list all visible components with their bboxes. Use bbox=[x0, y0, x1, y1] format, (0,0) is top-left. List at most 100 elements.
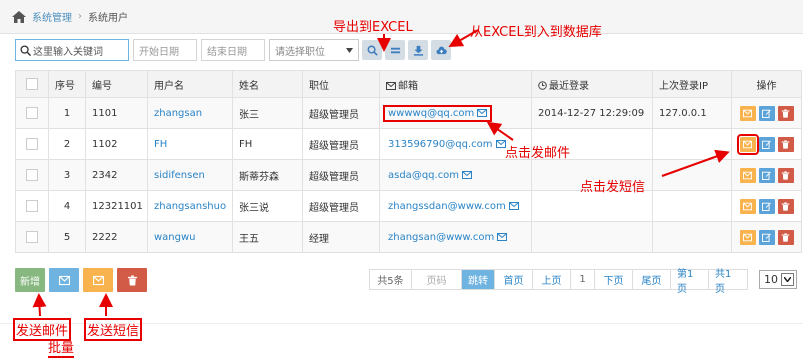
envelope-icon bbox=[743, 109, 752, 118]
breadcrumb-parent[interactable]: 系统管理 bbox=[32, 9, 72, 24]
cell-role: 超级管理员 bbox=[302, 97, 380, 129]
email-link[interactable]: zhangsan@www.com bbox=[386, 232, 509, 243]
cell-username[interactable]: wangwu bbox=[147, 221, 233, 253]
add-button[interactable]: 新增 bbox=[15, 268, 45, 292]
page-size-select[interactable]: 10 bbox=[759, 270, 797, 289]
row-checkbox[interactable] bbox=[26, 200, 38, 212]
equals-icon bbox=[390, 47, 400, 53]
edit-button[interactable] bbox=[758, 198, 775, 214]
page-number-input[interactable]: 页码 bbox=[412, 270, 462, 289]
cell-no: 1102 bbox=[85, 128, 148, 160]
send-sms-button[interactable] bbox=[739, 229, 756, 245]
batch-send-mail-button[interactable] bbox=[49, 268, 79, 292]
pager-total: 共5条 bbox=[370, 270, 412, 289]
prev-page-link[interactable]: 上页 bbox=[533, 270, 571, 289]
first-page-link[interactable]: 首页 bbox=[495, 270, 533, 289]
envelope-icon bbox=[477, 108, 488, 117]
row-select-cell[interactable] bbox=[15, 128, 49, 160]
column-header-role: 职位 bbox=[302, 70, 380, 98]
email-link[interactable]: wwwwq@qq.com bbox=[382, 104, 493, 122]
email-text[interactable]: zhangssdan@www.com bbox=[388, 201, 506, 212]
row-checkbox[interactable] bbox=[26, 169, 38, 181]
email-text[interactable]: zhangsan@www.com bbox=[388, 232, 494, 243]
delete-button[interactable] bbox=[777, 229, 794, 245]
cell-role: 超级管理员 bbox=[302, 159, 380, 191]
column-header-actions: 操作 bbox=[731, 70, 802, 98]
row-select-cell[interactable] bbox=[15, 190, 49, 222]
email-link[interactable]: zhangssdan@www.com bbox=[386, 201, 521, 212]
row-checkbox[interactable] bbox=[26, 107, 38, 119]
cell-role: 超级管理员 bbox=[302, 190, 380, 222]
jump-button[interactable]: 跳转 bbox=[462, 270, 495, 289]
table-row: 1 1101 zhangsan 张三 超级管理员 wwwwq@qq.com 2014-12-… bbox=[15, 97, 802, 129]
trash-icon bbox=[781, 139, 790, 149]
row-select-cell[interactable] bbox=[15, 159, 49, 191]
search-input[interactable]: 这里输入关键词 bbox=[15, 39, 129, 61]
edit-button[interactable] bbox=[758, 229, 775, 245]
row-select-cell[interactable] bbox=[15, 97, 49, 129]
role-select-value: 请选择职位 bbox=[275, 46, 325, 58]
cell-username[interactable]: FH bbox=[147, 128, 233, 160]
cell-actions bbox=[731, 190, 802, 222]
batch-delete-button[interactable] bbox=[117, 268, 147, 292]
cell-name: 张三 bbox=[232, 97, 303, 129]
send-sms-button[interactable] bbox=[736, 133, 759, 155]
cell-name: 斯蒂芬森 bbox=[232, 159, 303, 191]
search-button[interactable] bbox=[362, 40, 382, 60]
cell-actions bbox=[731, 221, 802, 253]
cell-username[interactable]: zhangsanshuo bbox=[147, 190, 233, 222]
cell-email: zhangssdan@www.com bbox=[379, 190, 532, 222]
edit-button[interactable] bbox=[758, 105, 775, 121]
cell-last-login: 2014-12-27 12:29:09 bbox=[531, 97, 653, 129]
trash-icon bbox=[781, 170, 790, 180]
home-icon[interactable] bbox=[12, 10, 26, 23]
edit-button[interactable] bbox=[758, 136, 775, 152]
annotation-send-mail: 点击发邮件 bbox=[505, 146, 571, 161]
end-date-field[interactable]: 结束日期 bbox=[201, 39, 265, 61]
next-page-link[interactable]: 下页 bbox=[595, 270, 633, 289]
table-row: 3 2342 sidifensen 斯蒂芬森 超级管理员 asda@qq.com bbox=[15, 159, 802, 191]
row-select-cell[interactable] bbox=[15, 221, 49, 253]
cell-name: FH bbox=[232, 128, 303, 160]
email-link[interactable]: asda@qq.com bbox=[386, 170, 474, 181]
clock-icon bbox=[538, 81, 547, 90]
select-all-checkbox[interactable] bbox=[26, 78, 38, 90]
last-page-link[interactable]: 尾页 bbox=[633, 270, 671, 289]
import-excel-button[interactable] bbox=[431, 40, 451, 60]
delete-button[interactable] bbox=[777, 167, 794, 183]
cell-last-ip bbox=[652, 190, 732, 222]
start-date-field[interactable]: 开始日期 bbox=[133, 39, 197, 61]
envelope-icon bbox=[58, 275, 70, 285]
cell-username[interactable]: zhangsan bbox=[147, 97, 233, 129]
row-checkbox[interactable] bbox=[26, 231, 38, 243]
send-sms-button[interactable] bbox=[739, 105, 756, 121]
caret-down-icon bbox=[346, 47, 353, 53]
cell-username[interactable]: sidifensen bbox=[147, 159, 233, 191]
envelope-icon bbox=[508, 201, 519, 210]
export-excel-button[interactable] bbox=[408, 40, 428, 60]
column-header-last-login: 最近登录 bbox=[531, 70, 653, 98]
edit-icon bbox=[762, 140, 771, 149]
email-text[interactable]: 313596790@qq.com bbox=[388, 139, 493, 150]
cell-last-login bbox=[531, 190, 653, 222]
delete-button[interactable] bbox=[777, 105, 794, 121]
cell-no: 1101 bbox=[85, 97, 148, 129]
email-link[interactable]: 313596790@qq.com bbox=[386, 139, 508, 150]
role-select[interactable]: 请选择职位 bbox=[269, 39, 359, 61]
email-text[interactable]: asda@qq.com bbox=[388, 170, 459, 181]
total-pages: 共1页 bbox=[715, 268, 732, 295]
batch-send-sms-button[interactable] bbox=[83, 268, 113, 292]
reset-button[interactable] bbox=[385, 40, 405, 60]
delete-button[interactable] bbox=[777, 136, 794, 152]
cell-no: 2342 bbox=[85, 159, 148, 191]
email-text[interactable]: wwwwq@qq.com bbox=[388, 108, 474, 119]
cell-last-ip bbox=[652, 159, 732, 191]
edit-button[interactable] bbox=[758, 167, 775, 183]
delete-button[interactable] bbox=[777, 198, 794, 214]
download-icon bbox=[413, 45, 423, 56]
select-all-cell[interactable] bbox=[15, 70, 49, 98]
row-checkbox[interactable] bbox=[26, 138, 38, 150]
send-sms-button[interactable] bbox=[739, 198, 756, 214]
table-row: 5 2222 wangwu 王五 经理 zhangsan@www.com bbox=[15, 221, 802, 253]
send-sms-button[interactable] bbox=[739, 167, 756, 183]
